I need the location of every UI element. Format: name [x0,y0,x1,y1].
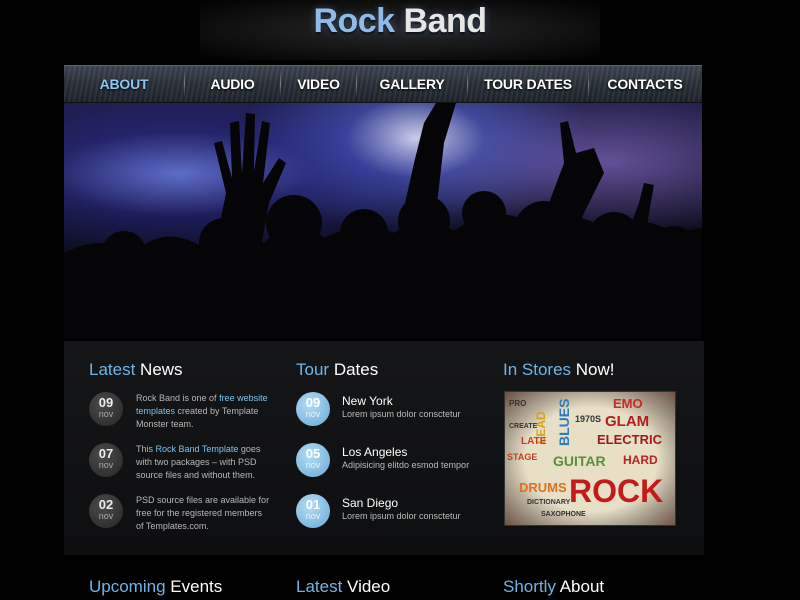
title-highlight: Tour [296,360,330,379]
date-day: 01 [305,497,321,512]
news-text: Rock Band is one of free website templat… [136,392,270,431]
date-month: nov [305,460,321,470]
date-month: nov [98,409,114,419]
tour-description: Lorem ipsum dolor consctetur [342,511,461,521]
date-month: nov [305,511,321,521]
latest-video-title: Latest Video [296,577,390,597]
title-highlight: In Stores [503,360,572,379]
news-text: PSD source files are available for free … [136,494,270,533]
logo-word-2: Band [403,2,488,40]
date-badge: 09 nov [296,392,330,426]
date-month: nov [305,409,321,419]
poster-word: DICTIONARY [527,499,571,506]
crowd-silhouette [64,103,702,339]
title-rest: About [559,577,605,596]
date-badge: 02 nov [89,494,123,528]
date-month: nov [98,460,114,470]
news-text-part: PSD source files are available for free … [136,495,270,531]
date-badge: 01 nov [296,494,330,528]
poster-word: GUITAR [553,453,606,469]
poster-word: HARD [623,453,658,467]
title-highlight: Shortly [503,577,556,596]
date-month: nov [98,511,114,521]
news-text-part: This [136,444,156,454]
nav-item-audio[interactable]: AUDIO [185,65,280,103]
tour-description: Lorem ipsum dolor consctetur [342,409,461,419]
date-badge: 09 nov [89,392,123,426]
poster-word: LATE [521,436,547,447]
title-highlight: Latest [89,360,136,379]
latest-news-title: Latest News [89,360,183,380]
upcoming-events-title: Upcoming Events [89,577,222,597]
poster-word: 1970S [575,414,601,424]
album-cover-image[interactable]: PRO EMO GLAM LEAD BLUES 1970S ELECTRIC C… [504,391,676,526]
tour-city: Los Angeles [342,445,408,459]
nav-item-video[interactable]: VIDEO [281,65,356,103]
shortly-about-title: Shortly About [503,577,604,597]
tour-dates-title: Tour Dates [296,360,378,380]
nav-item-tour-dates[interactable]: TOUR DATES [468,65,588,103]
nav-item-gallery[interactable]: GALLERY [357,65,467,103]
poster-word: STAGE [507,452,537,462]
site-logo[interactable]: Rock Band [0,2,800,48]
title-highlight: Latest [296,577,343,596]
poster-word: ROCK [569,473,663,509]
date-day: 02 [98,497,114,512]
date-day: 05 [305,446,321,461]
logo-word-1: Rock [313,2,395,40]
title-rest: News [140,360,183,379]
title-rest: Events [170,577,223,596]
poster-word: SAXOPHONE [541,511,586,518]
date-badge: 07 nov [89,443,123,477]
poster-word: ELECTRIC [597,432,663,447]
in-stores-title: In Stores Now! [503,360,615,380]
nav-item-contacts[interactable]: CONTACTS [589,65,701,103]
date-day: 09 [305,395,321,410]
title-rest: Video [347,577,391,596]
hero-concert-image [64,103,702,339]
news-text: This Rock Band Template goes with two pa… [136,443,270,482]
tour-city: New York [342,394,393,408]
date-day: 09 [98,395,114,410]
title-rest: Now! [575,360,615,379]
nav-item-about[interactable]: ABOUT [64,65,184,103]
date-badge: 05 nov [296,443,330,477]
content-panel: Latest News 09 nov Rock Band is one of f… [64,341,704,555]
poster-word: CREATE [509,423,538,430]
tour-city: San Diego [342,496,399,510]
poster-word: PRO [509,399,526,408]
poster-word: EMO [613,396,643,411]
tour-description: Adipisicing elitdo esmod tempor [342,460,470,470]
main-nav: ABOUT AUDIO VIDEO GALLERY TOUR DATES CON… [64,65,702,103]
title-rest: Dates [333,360,379,379]
news-text-part: Rock Band is one of [136,393,220,403]
poster-word: GLAM [605,413,649,430]
poster-word: DRUMS [519,480,567,495]
title-highlight: Upcoming [89,577,166,596]
date-day: 07 [98,446,114,461]
poster-word: BLUES [556,399,572,446]
news-link[interactable]: Rock Band Template [156,444,239,454]
rock-word-poster: PRO EMO GLAM LEAD BLUES 1970S ELECTRIC C… [505,392,675,525]
